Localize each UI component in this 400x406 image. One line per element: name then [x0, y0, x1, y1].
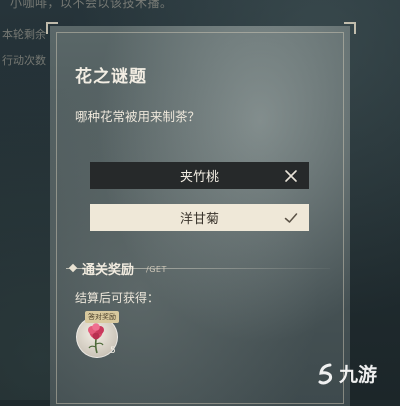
- option-label: 洋甘菊: [179, 212, 219, 227]
- watermark-logo: 九游: [318, 360, 377, 387]
- reward-item-count: 5: [110, 346, 116, 356]
- option-label: 夹竹桃: [179, 170, 219, 185]
- check-icon: [284, 212, 298, 223]
- frame-corner-ornament: [344, 22, 356, 34]
- action-count-label: 行动次数: [2, 54, 46, 67]
- background-hint-text: 小咖啡，以不会以该技术播。: [10, 0, 173, 10]
- answer-option-chamomile[interactable]: 洋甘菊: [90, 204, 309, 231]
- remaining-label: 本轮剩余: [2, 28, 46, 41]
- reward-section-subtitle: /GET: [146, 265, 167, 274]
- reward-badge: 答对奖励: [85, 311, 119, 323]
- watermark-text: 九游: [339, 364, 378, 386]
- answer-option-oleander[interactable]: 夹竹桃: [90, 162, 309, 189]
- question-text: 哪种花常被用来制茶？: [75, 109, 201, 124]
- settlement-text: 结算后可获得：: [75, 291, 160, 305]
- close-icon: [285, 169, 297, 182]
- dialog-title: 花之谜题: [75, 67, 147, 87]
- jiuyou-logo-icon: [318, 363, 333, 384]
- frame-corner-ornament: [46, 22, 58, 34]
- reward-section-title: 通关奖励: [82, 263, 135, 278]
